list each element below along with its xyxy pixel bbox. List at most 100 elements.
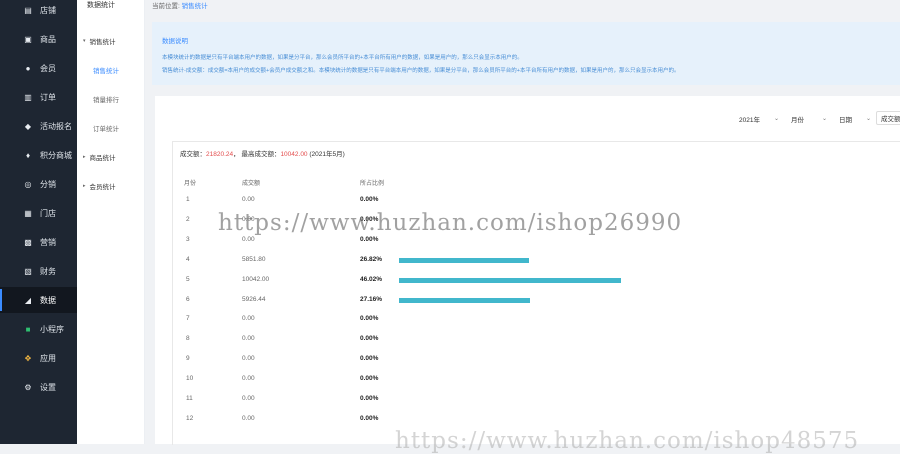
nav-marketing[interactable]: ▩ 营销 (0, 229, 77, 255)
cell-percent: 0.00% (360, 355, 379, 363)
cell-amount: 0.00 (242, 315, 255, 323)
cell-amount: 10042.00 (242, 275, 270, 283)
store-icon: ▤ (24, 5, 32, 15)
summary-separator: ， (233, 151, 240, 158)
date-type-value: 日期 (839, 116, 852, 124)
subnav-item-order-stats[interactable]: 订单统计 (93, 123, 119, 133)
notice-title: 数据说明 (162, 38, 188, 45)
cell-percent: 26.82% (360, 255, 383, 263)
nav-label: 积分商城 (40, 150, 72, 160)
nav-label: 数据 (40, 295, 56, 305)
nav-shop[interactable]: ▦ 门店 (0, 200, 77, 226)
nav-order[interactable]: ▥ 订单 (0, 84, 77, 110)
ratio-bar (399, 297, 531, 303)
table-row: 12 0.00 0.00% (172, 409, 900, 429)
nav-activity[interactable]: ◆ 活动报名 (0, 113, 77, 139)
breadcrumb-current[interactable]: 销售统计 (182, 3, 208, 10)
apps-icon: ✥ (24, 353, 32, 363)
nav-label: 会员 (40, 63, 56, 73)
subnav-item-sales-rank[interactable]: 销量排行 (93, 94, 119, 104)
cell-amount: 0.00 (242, 335, 255, 343)
mini-program-icon: ■ (25, 324, 31, 334)
cell-amount: 0.00 (242, 235, 255, 243)
nav-label: 活动报名 (40, 121, 72, 131)
nav-finance[interactable]: ▧ 财务 (0, 258, 77, 284)
nav-settings[interactable]: ⚙ 设置 (0, 374, 77, 400)
table-row: 9 0.00 0.00% (172, 349, 900, 369)
cell-amount: 5926.44 (242, 295, 266, 303)
cell-amount: 0.00 (242, 375, 255, 383)
tag-icon: ◆ (24, 121, 32, 131)
subnav-title: 数据统计 (87, 2, 115, 9)
cell-percent: 0.00% (360, 395, 379, 402)
summary-period: (2021年5月) (309, 151, 345, 158)
points-icon: ♦ (25, 150, 31, 160)
subnav-group-goods[interactable]: ▸ 商品统计 (83, 152, 116, 162)
breadcrumb-prefix: 当前位置: (152, 3, 180, 10)
metric-select[interactable]: 成交额 (876, 111, 900, 125)
subnav-group-member[interactable]: ▸ 会员统计 (83, 181, 116, 191)
nav-goods[interactable]: ▣ 商品 (0, 26, 77, 52)
cell-month: 5 (186, 275, 190, 283)
sub-sidebar: 数据统计 ▾ 销售统计 销售统计 销量排行 订单统计 ▸ 商品统计 ▸ 会员统计 (77, 0, 145, 444)
unit-select[interactable]: 月份 ⌄ (787, 112, 831, 125)
caret-right-icon: ▸ (83, 183, 86, 189)
cell-percent: 0.00% (360, 375, 379, 383)
cell-amount: 0.00 (242, 414, 255, 422)
user-icon: ● (25, 63, 31, 73)
nav-mini-program[interactable]: ■ 小程序 (0, 316, 77, 342)
summary-label-total: 成交额： (180, 151, 206, 158)
subnav-group-label: 商品统计 (89, 155, 116, 162)
nav-label: 订单 (40, 92, 56, 102)
table-row: 10 0.00 0.00% (172, 369, 900, 389)
data-icon: ◢ (24, 295, 32, 305)
date-type-select[interactable]: 日期 ⌄ (835, 112, 875, 125)
nav-data[interactable]: ◢ 数据 (0, 287, 77, 313)
year-select[interactable]: 2021年 ⌄ (735, 112, 783, 125)
shop-icon: ▦ (24, 208, 32, 218)
table-header: 月份 成交额 所占比例 (172, 176, 900, 188)
cell-percent: 0.00% (360, 414, 379, 422)
distribution-icon: ◎ (24, 179, 32, 189)
chevron-down-icon: ⌄ (821, 116, 827, 122)
cell-month: 1 (186, 196, 190, 203)
nav-store[interactable]: ▤ 店铺 (0, 0, 77, 23)
nav-label: 店铺 (40, 5, 56, 15)
subnav-item-sales-stats[interactable]: 销售统计 (93, 65, 119, 75)
subnav-group-sales[interactable]: ▾ 销售统计 (83, 36, 116, 46)
summary-line: 成交额：21820.24， 最高成交额：10042.00 (2021年5月) (180, 148, 345, 158)
nav-member[interactable]: ● 会员 (0, 55, 77, 81)
cell-amount: 0.00 (242, 395, 255, 402)
cell-percent: 27.16% (360, 295, 383, 303)
breadcrumb: 当前位置: 销售统计 (152, 0, 208, 10)
table-row: 11 0.00 0.00% (172, 389, 900, 409)
cell-amount: 0.00 (242, 355, 255, 363)
nav-label: 设置 (40, 382, 56, 392)
cell-month: 10 (186, 375, 194, 383)
nav-label: 应用 (40, 353, 56, 363)
nav-points-mall[interactable]: ♦ 积分商城 (0, 142, 77, 168)
cell-percent: 0.00% (360, 235, 379, 243)
watermark: https://www.huzhan.com/ishop48575 (395, 428, 860, 454)
chevron-down-icon: ⌄ (773, 116, 779, 122)
notice-line: 销售统计-成交额：成交额=本用户的成交额+会员户成交额之和。本模块统计的数据是只… (162, 68, 680, 74)
nav-distribution[interactable]: ◎ 分销 (0, 171, 77, 197)
ratio-bar (399, 277, 622, 283)
summary-max-value: 10042.00 (280, 151, 308, 158)
chevron-down-icon: ⌄ (865, 116, 871, 122)
cell-month: 9 (186, 355, 190, 363)
goods-icon: ▣ (24, 34, 32, 44)
cell-month: 12 (186, 414, 194, 422)
cell-month: 6 (186, 295, 190, 303)
table-row: 5 10042.00 46.02% (172, 270, 900, 290)
subnav-group-label: 销售统计 (89, 39, 116, 46)
ratio-bar (399, 257, 529, 263)
th-month: 月份 (184, 181, 197, 187)
cell-percent: 46.02% (360, 275, 383, 283)
summary-label-max: 最高成交额： (241, 151, 281, 158)
table-row: 6 5926.44 27.16% (172, 290, 900, 310)
nav-apps[interactable]: ✥ 应用 (0, 345, 77, 371)
th-ratio: 所占比例 (360, 181, 385, 187)
table-row: 1 0.00 0.00% (172, 190, 900, 210)
table-row: 4 5851.80 26.82% (172, 250, 900, 270)
